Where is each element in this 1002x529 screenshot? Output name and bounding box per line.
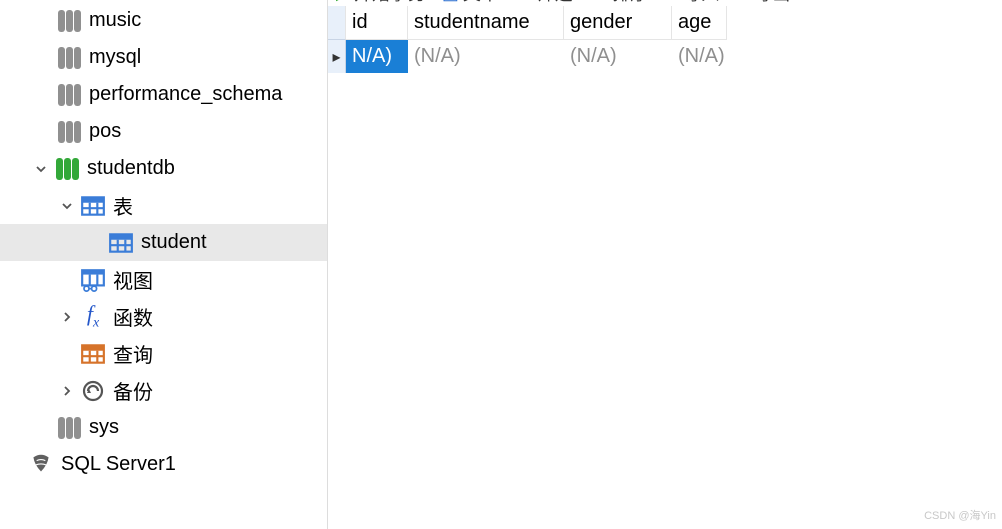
tree-node-tables[interactable]: 表 [0, 187, 327, 224]
chevron-right-icon[interactable] [56, 385, 78, 397]
tree-label: SQL Server1 [57, 453, 176, 476]
tree-node-functions[interactable]: fx 函数 [0, 298, 327, 335]
tree-node-queries[interactable]: 查询 [0, 335, 327, 372]
main-panel: ▶ 开始事务 ▤ 文本 ▼ 筛选 ↓≡ 排序 ⇥ 导入 ⇤ 导出 id stud… [327, 0, 1002, 529]
db-node-sys[interactable]: sys [0, 409, 327, 446]
sqlserver-icon [26, 452, 56, 478]
chevron-right-icon[interactable] [56, 311, 78, 323]
filter-icon: ▼ [515, 0, 533, 4]
database-icon [54, 415, 84, 441]
sort-icon: ↓≡ [589, 0, 609, 4]
tree-label: studentdb [83, 157, 175, 180]
connection-node-sqlserver1[interactable]: SQL Server1 [0, 446, 327, 483]
db-node-performance-schema[interactable]: performance_schema [0, 76, 327, 113]
database-tree-sidebar: music mysql performance_schema pos stude… [0, 0, 327, 529]
export-button[interactable]: ⇤ 导出 [735, 0, 790, 6]
tree-label: performance_schema [85, 83, 282, 106]
grid-cell-studentname[interactable]: (N/A) [408, 40, 564, 73]
database-icon [54, 8, 84, 34]
function-icon: fx [78, 304, 108, 330]
chevron-down-icon[interactable] [30, 163, 52, 175]
toolbar-label: 导出 [754, 0, 790, 6]
grid-cell-gender[interactable]: (N/A) [564, 40, 672, 73]
backup-icon [78, 378, 108, 404]
view-icon [78, 267, 108, 293]
tree-label: pos [85, 120, 121, 143]
database-icon [54, 82, 84, 108]
column-header-age[interactable]: age [672, 6, 727, 40]
row-selector[interactable]: ▸ [328, 40, 346, 73]
query-icon [78, 341, 108, 367]
db-node-pos[interactable]: pos [0, 113, 327, 150]
database-icon [54, 45, 84, 71]
export-icon: ⇤ [735, 0, 750, 4]
import-icon: ⇥ [664, 0, 679, 4]
table-node-student[interactable]: student [0, 224, 327, 261]
grid-cell-id[interactable]: N/A) [346, 40, 408, 73]
db-node-music[interactable]: music [0, 2, 327, 39]
table-icon [106, 230, 136, 256]
database-icon [54, 119, 84, 145]
chevron-down-icon[interactable] [56, 200, 78, 212]
watermark: CSDN @海Yin [924, 507, 996, 523]
tree-label: mysql [85, 46, 141, 69]
db-node-mysql[interactable]: mysql [0, 39, 327, 76]
db-node-studentdb[interactable]: studentdb [0, 150, 327, 187]
table-folder-icon [78, 193, 108, 219]
tree-node-backups[interactable]: 备份 [0, 372, 327, 409]
tree-label: 视图 [109, 265, 153, 294]
grid-corner[interactable] [328, 6, 346, 40]
tree-label: sys [85, 416, 119, 439]
grid-cell-age[interactable]: (N/A) [672, 40, 727, 73]
column-header-studentname[interactable]: studentname [408, 6, 564, 40]
column-header-id[interactable]: id [346, 6, 408, 40]
document-icon: ▤ [442, 0, 459, 4]
tree-label: 备份 [109, 376, 153, 405]
tree-label: 查询 [109, 339, 153, 368]
play-icon: ▶ [336, 0, 350, 4]
tree-label: 表 [109, 191, 133, 220]
column-header-gender[interactable]: gender [564, 6, 672, 40]
data-grid: id studentname gender age ▸ N/A) (N/A) (… [328, 6, 1002, 73]
tree-label: music [85, 9, 141, 32]
tree-node-views[interactable]: 视图 [0, 261, 327, 298]
database-active-icon [52, 156, 82, 182]
tree-label: 函数 [109, 302, 153, 331]
tree-label: student [137, 231, 207, 254]
